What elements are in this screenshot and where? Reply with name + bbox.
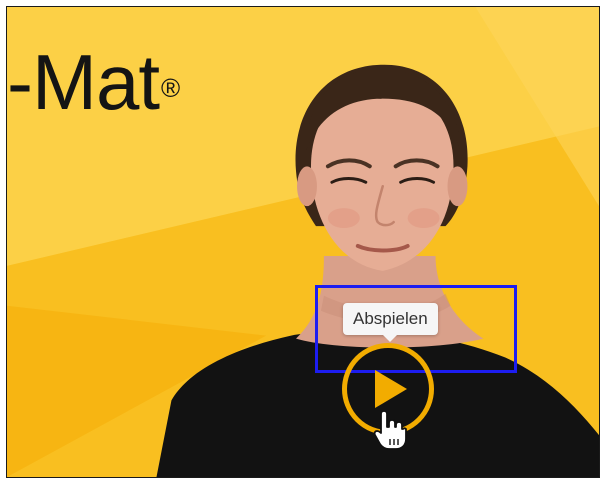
- video-player[interactable]: -Mat® Abspielen: [7, 7, 599, 477]
- screenshot-frame: -Mat® Abspielen: [6, 6, 600, 478]
- hand-pointer-icon: [373, 410, 407, 450]
- play-icon: [375, 370, 407, 408]
- presenter-figure: [156, 64, 599, 477]
